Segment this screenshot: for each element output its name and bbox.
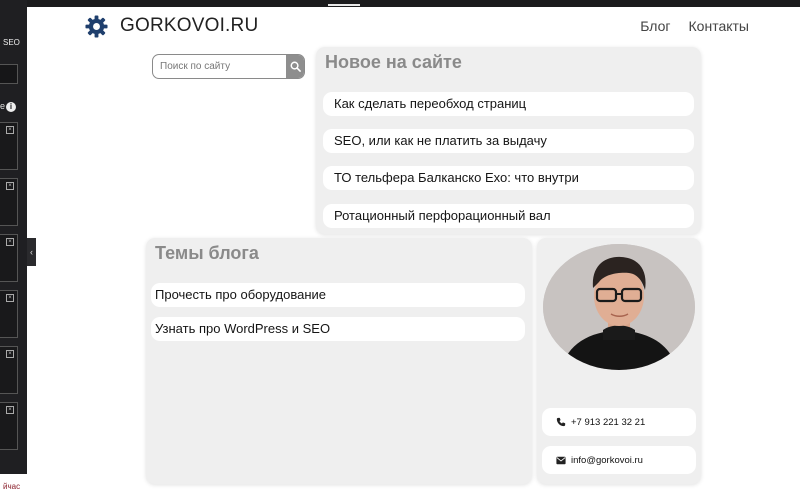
- sidebar-block[interactable]: ×: [0, 234, 18, 282]
- new-post-link[interactable]: Как сделать переобход страниц: [323, 92, 694, 116]
- envelope-icon: [556, 456, 566, 464]
- close-icon[interactable]: ×: [6, 126, 14, 134]
- sidebar-block[interactable]: ×: [0, 122, 18, 170]
- main-nav: Блог Контакты: [640, 18, 749, 34]
- sidebar-block[interactable]: ×: [0, 290, 18, 338]
- search-icon: [290, 61, 301, 72]
- phone-number: +7 913 221 32 21: [571, 416, 646, 428]
- top-bar-indicator: [328, 4, 360, 6]
- close-icon[interactable]: ×: [6, 406, 14, 414]
- avatar: [543, 244, 695, 370]
- author-photo: [543, 244, 695, 370]
- gear-icon[interactable]: [85, 15, 108, 38]
- search-input[interactable]: [153, 55, 287, 78]
- top-bar: [0, 0, 800, 7]
- new-posts-title: Новое на сайте: [325, 52, 462, 72]
- search-box: [152, 54, 305, 79]
- site-name[interactable]: GORKOVOI.RU: [120, 15, 258, 37]
- topic-link[interactable]: Прочесть про оборудование: [151, 283, 525, 307]
- new-post-link[interactable]: ТО тельфера Балканско Ехо: что внутри: [323, 166, 694, 190]
- phone-icon: [556, 417, 566, 427]
- sidebar-block[interactable]: ×: [0, 178, 18, 226]
- info-icon[interactable]: i: [6, 102, 16, 112]
- phone-contact[interactable]: +7 913 221 32 21: [542, 408, 696, 436]
- new-posts-panel: Новое на сайте Как сделать переобход стр…: [316, 47, 701, 234]
- blog-topics-title: Темы блога: [155, 243, 259, 263]
- nav-blog-link[interactable]: Блог: [640, 18, 670, 34]
- admin-sidebar: SEO e i × × × × × × йчас: [0, 0, 27, 500]
- sidebar-seo-label: SEO: [3, 38, 20, 47]
- sidebar-block[interactable]: ×: [0, 346, 18, 394]
- close-icon[interactable]: ×: [6, 294, 14, 302]
- close-icon[interactable]: ×: [6, 350, 14, 358]
- new-post-link[interactable]: Ротационный перфорационный вал: [323, 204, 694, 228]
- search-button[interactable]: [286, 55, 304, 78]
- new-post-link[interactable]: SEO, или как не платить за выдачу: [323, 129, 694, 153]
- email-address: info@gorkovoi.ru: [571, 454, 643, 466]
- topic-link[interactable]: Узнать про WordPress и SEO: [151, 317, 525, 341]
- email-contact[interactable]: info@gorkovoi.ru: [542, 446, 696, 474]
- sidebar-label-fragment: e: [0, 101, 6, 111]
- close-icon[interactable]: ×: [6, 182, 14, 190]
- close-icon[interactable]: ×: [6, 238, 14, 246]
- blog-topics-panel: Темы блога Прочесть про оборудование Узн…: [146, 238, 532, 484]
- sidebar-field[interactable]: [0, 64, 18, 84]
- nav-contacts-link[interactable]: Контакты: [689, 18, 749, 34]
- sidebar-collapse-handle[interactable]: ‹: [27, 238, 36, 266]
- author-profile-panel: +7 913 221 32 21 info@gorkovoi.ru: [537, 238, 701, 484]
- sidebar-block[interactable]: ×: [0, 402, 18, 450]
- sidebar-footer-text[interactable]: йчас: [3, 482, 20, 491]
